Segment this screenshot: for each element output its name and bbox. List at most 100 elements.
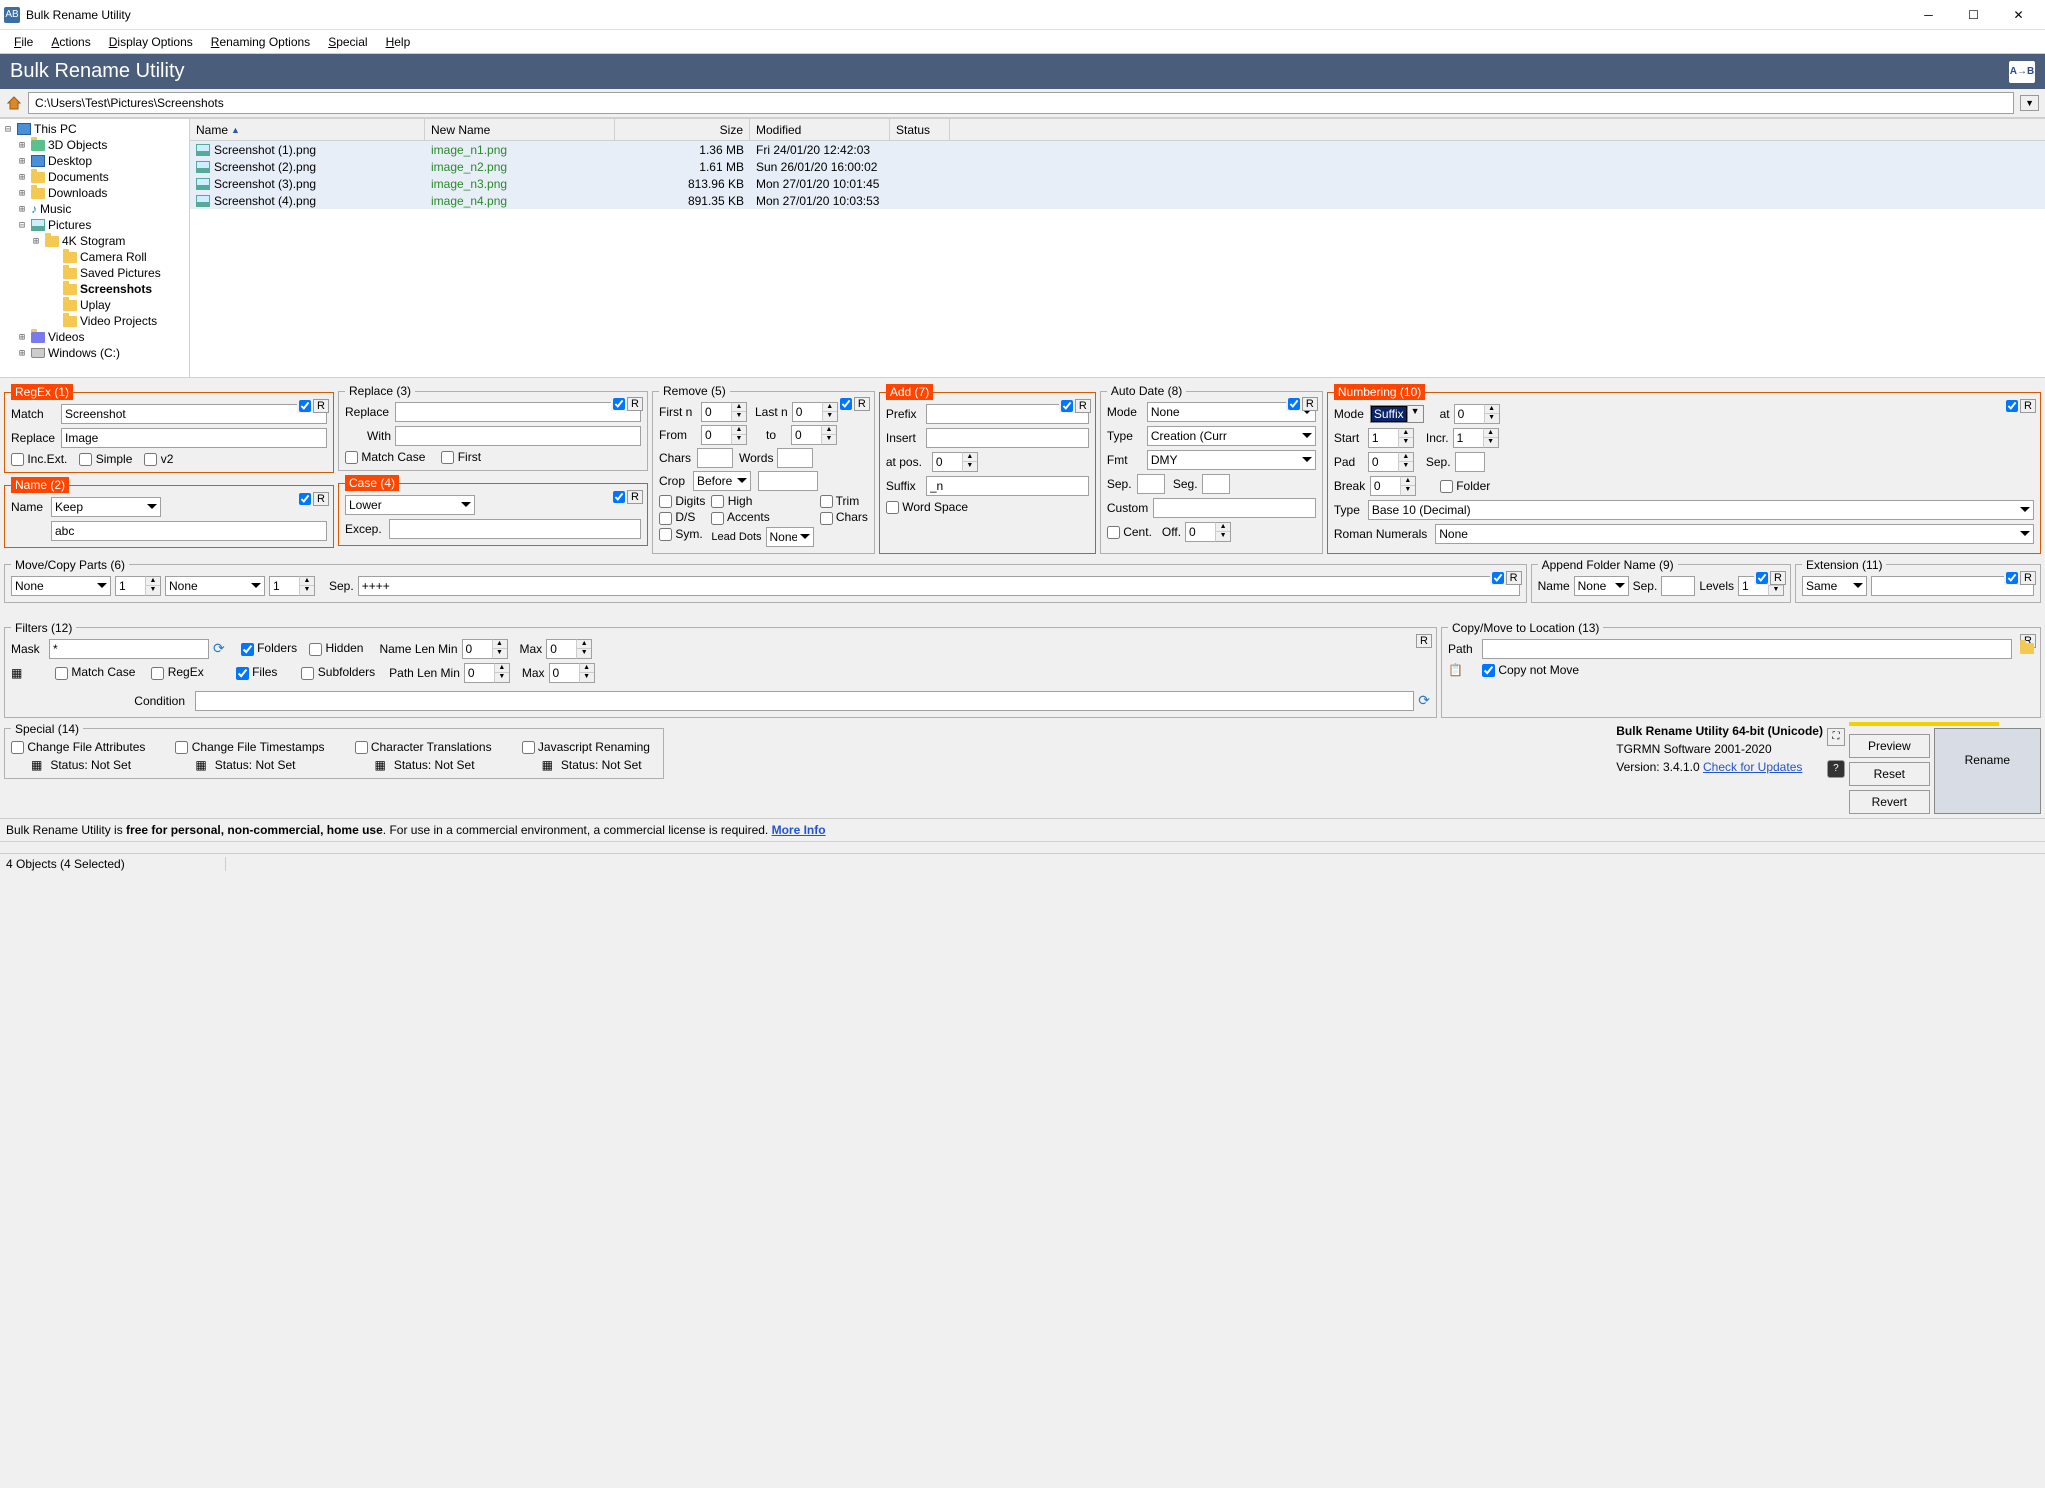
refresh-icon[interactable]: ⟳ (1418, 692, 1430, 709)
numbering-break[interactable]: ▲▼ (1370, 476, 1416, 496)
replace-input[interactable] (395, 402, 641, 422)
filters-reset[interactable]: R (1416, 634, 1432, 648)
tree-item-desktop[interactable]: Desktop (48, 154, 92, 168)
folder-tree[interactable]: ⊟This PC ⊞3D Objects ⊞Desktop ⊞Documents… (0, 119, 190, 377)
remove-accents[interactable]: Accents (711, 510, 813, 524)
tree-item-videos[interactable]: Videos (48, 330, 84, 344)
case-mode[interactable]: Lower (345, 495, 475, 515)
ext-enabled[interactable] (2006, 572, 2018, 584)
special-jr[interactable]: Javascript Renaming (522, 740, 650, 754)
add-enabled[interactable] (1061, 400, 1073, 412)
filters-regex[interactable]: RegEx (151, 665, 203, 679)
tree-item-cameraroll[interactable]: Camera Roll (80, 250, 147, 264)
path-dropdown-icon[interactable]: ▼ (2020, 95, 2039, 111)
filters-folders[interactable]: Folders (241, 641, 297, 655)
with-input[interactable] (395, 426, 641, 446)
tree-root[interactable]: This PC (34, 122, 77, 136)
filters-nlm-max[interactable]: ▲▼ (546, 639, 592, 659)
tree-item-savedpics[interactable]: Saved Pictures (80, 266, 161, 280)
remove-ds[interactable]: D/S (659, 510, 705, 524)
add-wordspace[interactable]: Word Space (886, 500, 1089, 514)
move-select1[interactable]: None (11, 576, 111, 596)
regex-incext[interactable]: Inc.Ext. (11, 452, 67, 466)
check-updates-link[interactable]: Check for Updates (1703, 760, 1802, 774)
menu-actions[interactable]: Actions (43, 33, 98, 51)
numbering-roman[interactable]: None (1435, 524, 2034, 544)
attr-icon[interactable]: ▦ (31, 758, 42, 772)
file-row[interactable]: Screenshot (4).pngimage_n4.png891.35 KBM… (190, 192, 2045, 209)
js-icon[interactable]: ▦ (542, 758, 553, 772)
numbering-sep[interactable] (1455, 452, 1485, 472)
home-icon[interactable] (6, 95, 22, 111)
remove-sym[interactable]: Sym. (659, 527, 705, 541)
filters-nlm[interactable]: ▲▼ (462, 639, 508, 659)
help-icon[interactable]: ? (1827, 760, 1845, 778)
col-name[interactable]: Name▲ (190, 119, 425, 140)
remove-enabled[interactable] (840, 398, 852, 410)
move-select2[interactable]: None (165, 576, 265, 596)
move-n2[interactable]: ▲▼ (269, 576, 315, 596)
append-sep[interactable] (1661, 576, 1695, 596)
from-spinner[interactable]: ▲▼ (701, 425, 747, 445)
atpos-spinner[interactable]: ▲▼ (932, 452, 978, 472)
autodate-type[interactable]: Creation (Curr (1147, 426, 1316, 446)
copymove-path[interactable] (1482, 639, 2012, 659)
remove-digits[interactable]: Digits (659, 494, 705, 508)
clipboard-icon[interactable]: 📋 (1448, 663, 1468, 677)
remove-high[interactable]: High (711, 494, 813, 508)
file-row[interactable]: Screenshot (2).pngimage_n2.png1.61 MBSun… (190, 158, 2045, 175)
minimize-button[interactable]: ─ (1906, 0, 1951, 29)
icon-box-1[interactable]: ⛶ (1827, 728, 1845, 746)
remove-reset[interactable]: R (854, 397, 870, 411)
firstn-spinner[interactable]: ▲▼ (701, 402, 747, 422)
replace-reset[interactable]: R (627, 397, 643, 411)
autodate-cent[interactable]: Cent. (1107, 525, 1152, 539)
menu-special[interactable]: Special (320, 33, 375, 51)
leaddots-select[interactable]: None (766, 527, 814, 547)
numbering-start[interactable]: ▲▼ (1368, 428, 1414, 448)
menu-display[interactable]: Display Options (101, 33, 201, 51)
filters-matchcase[interactable]: Match Case (55, 665, 135, 679)
move-sep-input[interactable] (358, 576, 1520, 596)
ext-reset[interactable]: R (2020, 571, 2036, 585)
autodate-off[interactable]: ▲▼ (1185, 522, 1231, 542)
name-reset[interactable]: R (313, 492, 329, 506)
col-modified[interactable]: Modified (750, 119, 890, 140)
menu-file[interactable]: File (6, 33, 41, 51)
case-reset[interactable]: R (627, 490, 643, 504)
tree-item-documents[interactable]: Documents (48, 170, 109, 184)
maximize-button[interactable]: ☐ (1951, 0, 1996, 29)
regex-v2[interactable]: v2 (144, 452, 173, 466)
tree-item-screenshots[interactable]: Screenshots (80, 282, 152, 296)
revert-button[interactable]: Revert (1849, 790, 1930, 814)
file-row[interactable]: Screenshot (3).pngimage_n3.png813.96 KBM… (190, 175, 2045, 192)
chars-input[interactable] (697, 448, 733, 468)
special-ct[interactable]: Character Translations (355, 740, 492, 754)
autodate-seg[interactable] (1202, 474, 1230, 494)
numbering-type[interactable]: Base 10 (Decimal) (1368, 500, 2034, 520)
regex-simple[interactable]: Simple (79, 452, 132, 466)
name-mode[interactable]: Keep (51, 497, 161, 517)
trans-icon[interactable]: ▦ (375, 758, 386, 772)
numbering-mode-select[interactable]: Suffix▼ (1370, 405, 1424, 423)
autodate-enabled[interactable] (1288, 398, 1300, 410)
tree-item-drivec[interactable]: Windows (C:) (48, 346, 120, 360)
append-enabled[interactable] (1756, 572, 1768, 584)
tree-item-4k[interactable]: 4K Stogram (62, 234, 125, 248)
filters-mask[interactable] (49, 639, 209, 659)
move-reset[interactable]: R (1506, 571, 1522, 585)
replace-enabled[interactable] (613, 398, 625, 410)
name-enabled[interactable] (299, 493, 311, 505)
crop-input[interactable] (758, 471, 818, 491)
more-info-link[interactable]: More Info (772, 823, 826, 837)
browse-folder-icon[interactable] (2020, 643, 2034, 654)
numbering-at[interactable]: ▲▼ (1454, 404, 1500, 424)
regex-reset[interactable]: R (313, 399, 329, 413)
replace-first[interactable]: First (441, 450, 481, 464)
col-newname[interactable]: New Name (425, 119, 615, 140)
filters-files[interactable]: Files (236, 665, 278, 679)
filters-condition[interactable] (195, 691, 1414, 711)
menu-help[interactable]: Help (378, 33, 419, 51)
name-value-input[interactable] (51, 521, 327, 541)
insert-input[interactable] (926, 428, 1089, 448)
